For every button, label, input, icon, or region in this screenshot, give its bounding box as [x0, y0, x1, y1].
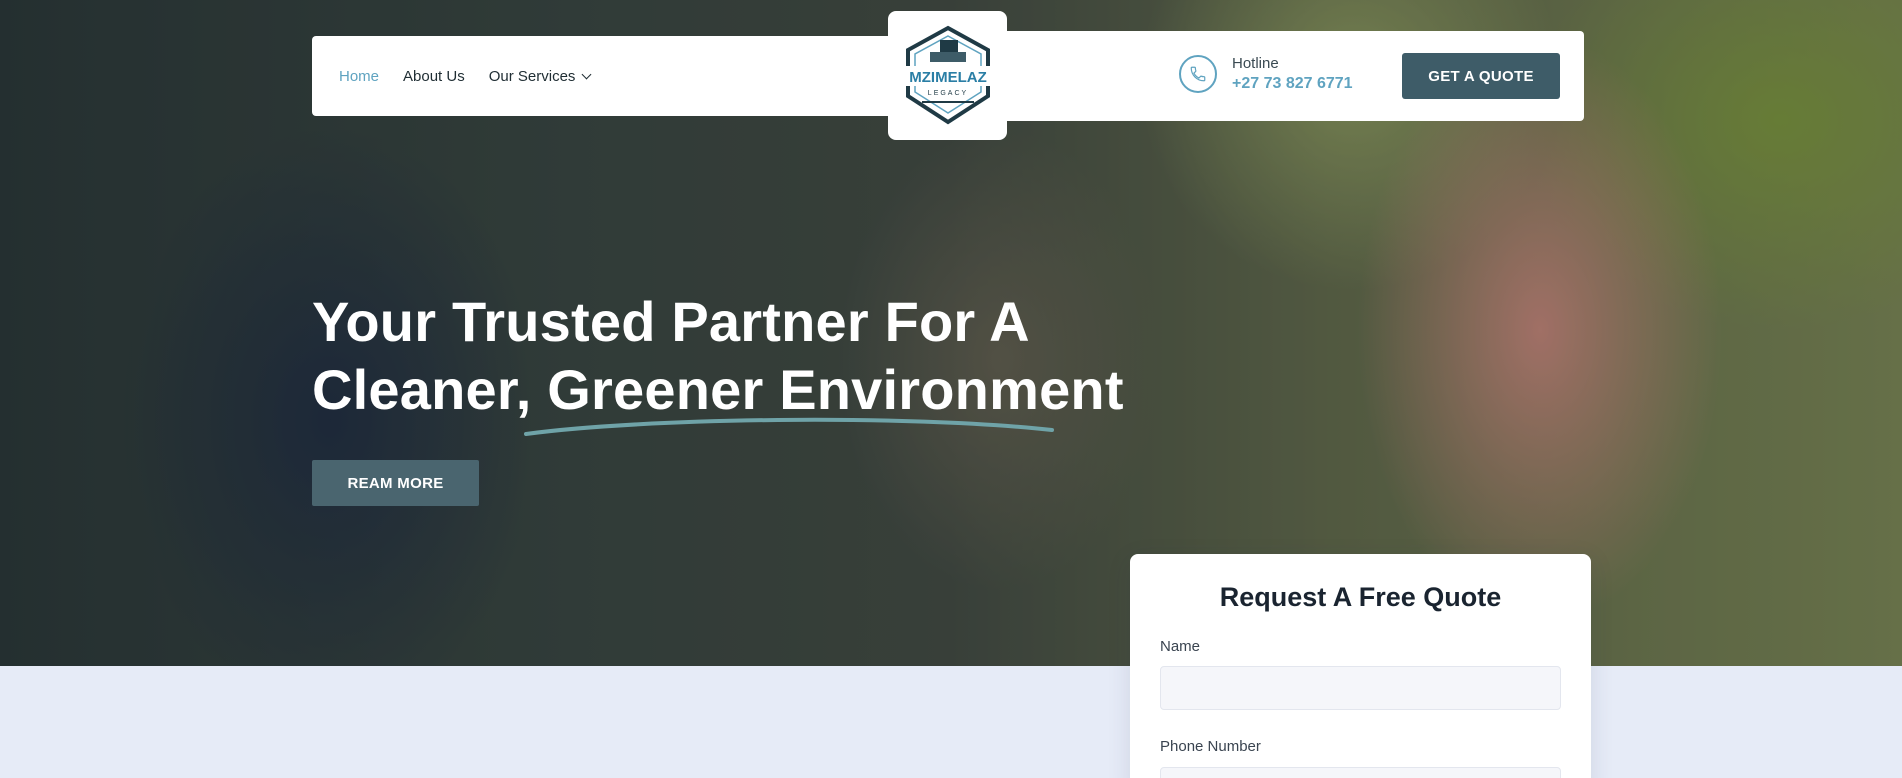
nav-services-label: Our Services: [488, 67, 576, 85]
phone-glyph-icon: [1190, 66, 1206, 82]
headline-underline-decoration: [524, 417, 1054, 436]
logo-wordmark: MZIMELAZ: [909, 69, 986, 86]
nav-home-link[interactable]: Home: [339, 68, 379, 85]
main-navigation: Home About Us Our Services: [312, 36, 905, 116]
read-more-button[interactable]: REAM MORE: [312, 460, 479, 506]
header-contact-bar: Hotline +27 73 827 6771 GET A QUOTE: [990, 31, 1584, 121]
phone-number-input[interactable]: [1160, 767, 1561, 778]
hotline-phone-link[interactable]: +27 73 827 6771: [1232, 75, 1353, 93]
hero-headline-line-1: Your Trusted Partner For A: [312, 290, 1030, 353]
nav-about-link[interactable]: About Us: [403, 68, 465, 85]
free-quote-form: Request A Free Quote Name Phone Number: [1130, 554, 1591, 778]
quote-form-title: Request A Free Quote: [1219, 582, 1502, 612]
nav-services-dropdown[interactable]: Our Services: [488, 67, 592, 85]
phone-field-label: Phone Number: [1160, 738, 1261, 755]
hotline-label: Hotline: [1232, 55, 1279, 72]
phone-icon: [1179, 55, 1217, 93]
chevron-down-icon: [581, 69, 592, 79]
hero-headline: Your Trusted Partner For A Cleaner, Gree…: [312, 288, 1124, 424]
logo-subtitle: LEGACY: [927, 90, 967, 97]
name-input[interactable]: [1160, 666, 1561, 710]
site-logo[interactable]: MZIMELAZ LEGACY: [888, 11, 1007, 140]
get-a-quote-button[interactable]: GET A QUOTE: [1402, 53, 1560, 99]
logo-emblem-icon: MZIMELAZ LEGACY: [905, 25, 990, 124]
name-field-label: Name: [1160, 638, 1201, 655]
